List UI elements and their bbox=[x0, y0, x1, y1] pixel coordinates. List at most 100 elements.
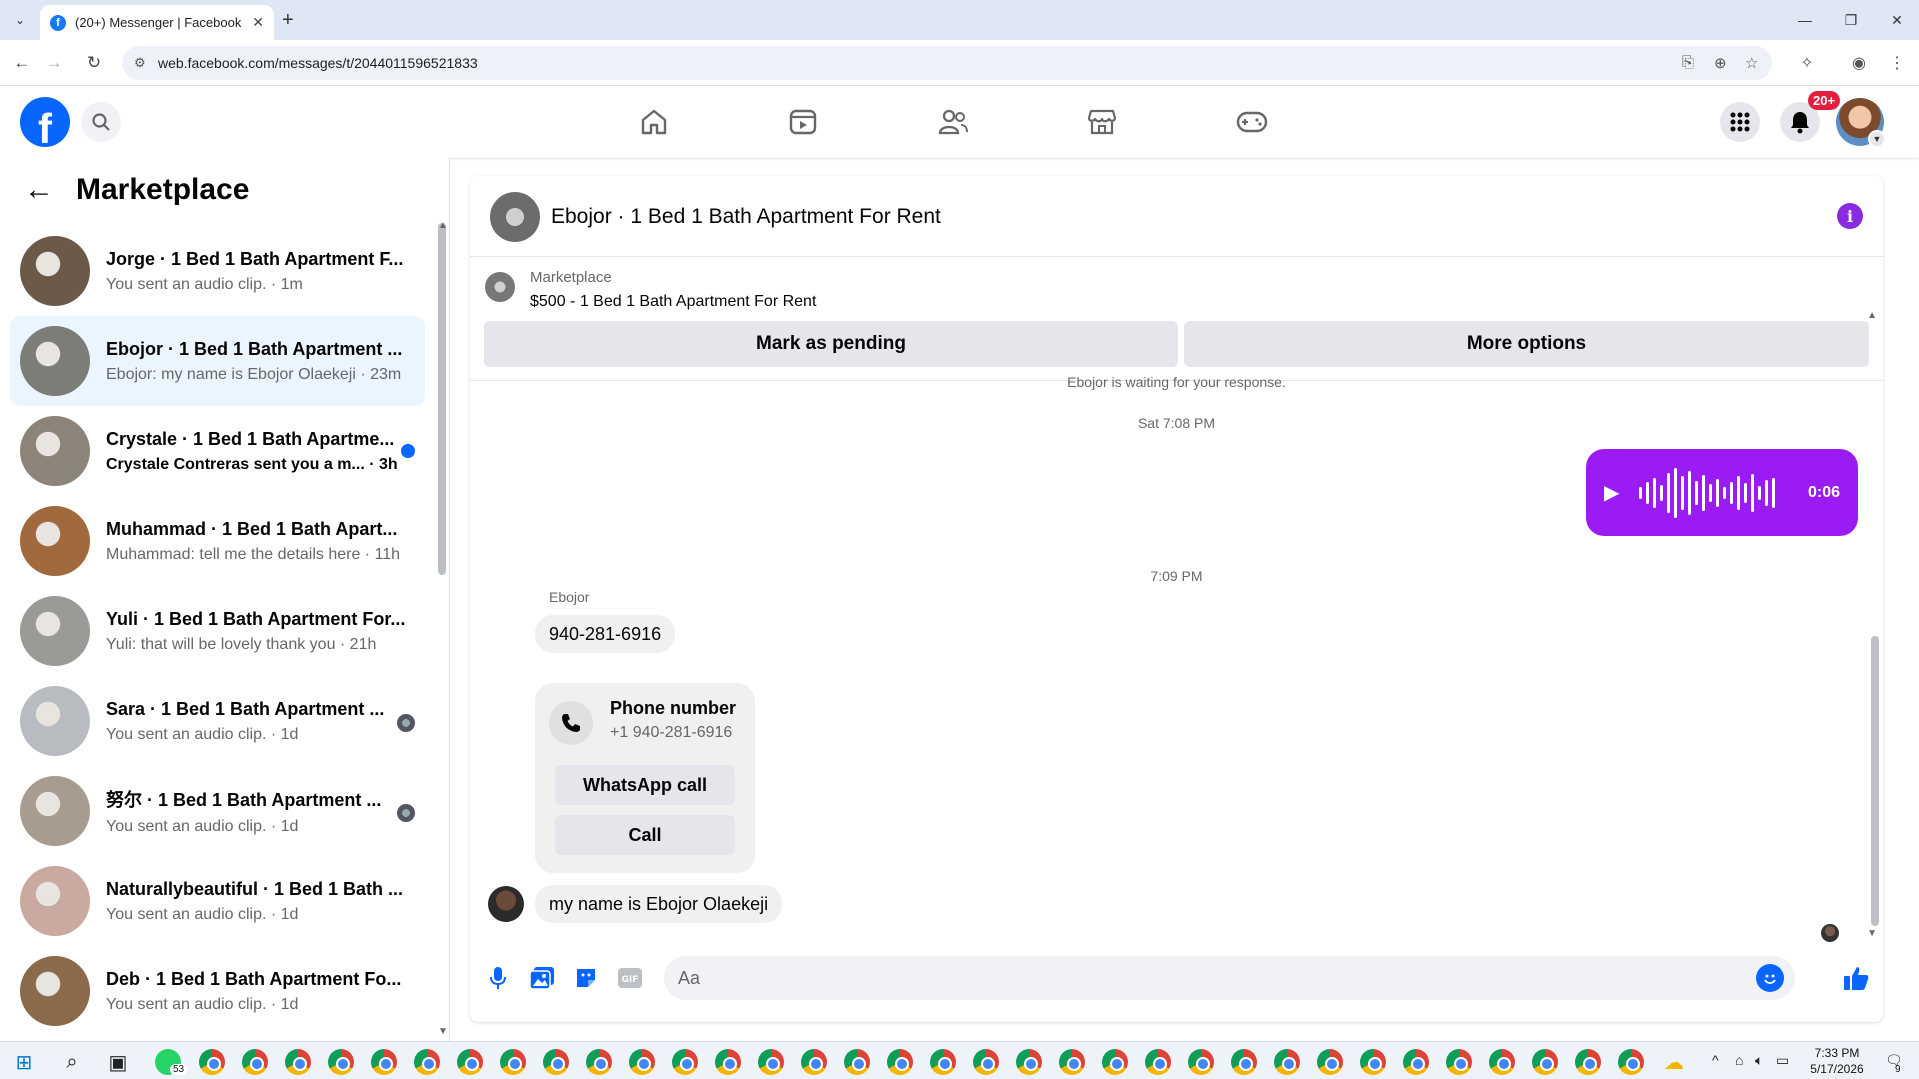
friends-tab[interactable] bbox=[897, 98, 1009, 146]
chrome-taskbar-icon[interactable] bbox=[1317, 1049, 1343, 1075]
chat-title[interactable]: Ebojor · 1 Bed 1 Bath Apartment For Rent bbox=[551, 205, 941, 229]
chrome-taskbar-icon[interactable] bbox=[1145, 1049, 1171, 1075]
gif-icon[interactable]: GIF bbox=[616, 964, 644, 992]
zoom-icon[interactable]: ⊕ bbox=[1714, 54, 1727, 72]
facebook-logo-icon[interactable]: f bbox=[20, 97, 70, 147]
chrome-taskbar-icon[interactable] bbox=[1489, 1049, 1515, 1075]
chrome-taskbar-icon[interactable] bbox=[758, 1049, 784, 1075]
bookmark-star-icon[interactable]: ☆ bbox=[1745, 54, 1758, 72]
scroll-up-icon[interactable]: ▲ bbox=[438, 220, 448, 231]
sticker-icon[interactable] bbox=[572, 964, 600, 992]
weather-icon[interactable]: ☁ bbox=[1660, 1048, 1688, 1076]
chrome-taskbar-icon[interactable] bbox=[930, 1049, 956, 1075]
new-tab-icon[interactable]: + bbox=[282, 9, 294, 32]
chat-avatar[interactable] bbox=[490, 192, 540, 242]
scroll-down-icon[interactable]: ▼ bbox=[438, 1026, 448, 1037]
network-icon[interactable]: ⌂ bbox=[1735, 1052, 1743, 1068]
search-button[interactable] bbox=[81, 102, 121, 142]
display-icon[interactable]: ▭ bbox=[1776, 1052, 1789, 1069]
call-button[interactable]: Call bbox=[555, 815, 735, 855]
chrome-taskbar-icon[interactable] bbox=[285, 1049, 311, 1075]
profile-icon[interactable]: ◉ bbox=[1847, 51, 1871, 75]
chrome-taskbar-icon[interactable] bbox=[1403, 1049, 1429, 1075]
task-view-icon[interactable]: ▣ bbox=[104, 1048, 132, 1076]
sender-avatar[interactable] bbox=[488, 886, 524, 922]
video-tab[interactable] bbox=[747, 98, 859, 146]
scroll-up-icon[interactable]: ▲ bbox=[1867, 310, 1877, 321]
marketplace-tab[interactable] bbox=[1046, 98, 1158, 146]
restore-icon[interactable]: ❐ bbox=[1836, 8, 1866, 32]
chrome-taskbar-icon[interactable] bbox=[672, 1049, 698, 1075]
message-bubble[interactable]: 940-281-6916 bbox=[535, 615, 676, 653]
volume-icon[interactable]: 🔈︎ bbox=[1755, 1052, 1763, 1069]
listing-thumbnail[interactable] bbox=[485, 272, 515, 302]
chrome-taskbar-icon[interactable] bbox=[973, 1049, 999, 1075]
chrome-taskbar-icon[interactable] bbox=[328, 1049, 354, 1075]
tab-search-dropdown-icon[interactable]: ⌄ bbox=[8, 8, 32, 32]
close-tab-icon[interactable]: ✕ bbox=[252, 14, 264, 31]
sidebar-scrollbar[interactable] bbox=[438, 223, 446, 575]
chrome-taskbar-icon[interactable] bbox=[199, 1049, 225, 1075]
conversation-item[interactable]: Muhammad · 1 Bed 1 Bath Apart... Muhamma… bbox=[10, 496, 425, 586]
browser-tab[interactable]: f (20+) Messenger | Facebook ✕ bbox=[40, 5, 274, 40]
conversation-item[interactable]: Sara · 1 Bed 1 Bath Apartment ... You se… bbox=[10, 676, 425, 766]
chrome-taskbar-icon[interactable] bbox=[844, 1049, 870, 1075]
install-app-icon[interactable]: ⎘ bbox=[1682, 54, 1694, 71]
menu-button[interactable] bbox=[1720, 102, 1760, 142]
emoji-icon[interactable] bbox=[1756, 964, 1784, 992]
chrome-taskbar-icon[interactable] bbox=[801, 1049, 827, 1075]
conversation-item[interactable]: Yuli · 1 Bed 1 Bath Apartment For... Yul… bbox=[10, 586, 425, 676]
more-options-button[interactable]: More options bbox=[1184, 321, 1869, 367]
minimize-icon[interactable]: — bbox=[1790, 8, 1820, 32]
chrome-taskbar-icon[interactable] bbox=[715, 1049, 741, 1075]
url-field[interactable]: ⚙ web.facebook.com/messages/t/2044011596… bbox=[122, 46, 1772, 80]
conversation-item[interactable]: 努尔 · 1 Bed 1 Bath Apartment ... You sent… bbox=[10, 766, 425, 856]
chrome-taskbar-icon[interactable] bbox=[371, 1049, 397, 1075]
mark-as-pending-button[interactable]: Mark as pending bbox=[484, 321, 1178, 367]
back-icon[interactable]: ← bbox=[10, 51, 34, 75]
info-icon[interactable]: i bbox=[1837, 203, 1863, 229]
tray-overflow-icon[interactable]: ^ bbox=[1712, 1052, 1719, 1068]
chrome-taskbar-icon[interactable] bbox=[1188, 1049, 1214, 1075]
audio-message[interactable]: ▶ 0:06 bbox=[1586, 449, 1858, 536]
chrome-taskbar-icon[interactable] bbox=[887, 1049, 913, 1075]
chrome-taskbar-icon[interactable] bbox=[1274, 1049, 1300, 1075]
chrome-taskbar-icon[interactable] bbox=[414, 1049, 440, 1075]
chrome-taskbar-icon[interactable] bbox=[1618, 1049, 1644, 1075]
chat-scrollbar[interactable] bbox=[1871, 636, 1879, 926]
chrome-menu-icon[interactable]: ⋮ bbox=[1885, 51, 1909, 75]
chrome-taskbar-icon[interactable] bbox=[500, 1049, 526, 1075]
chrome-taskbar-icon[interactable] bbox=[1059, 1049, 1085, 1075]
conversation-item[interactable]: Deb · 1 Bed 1 Bath Apartment Fo... You s… bbox=[10, 946, 425, 1036]
gaming-tab[interactable] bbox=[1196, 98, 1308, 146]
back-arrow-icon[interactable]: ← bbox=[24, 173, 54, 207]
like-thumbs-up-icon[interactable] bbox=[1840, 962, 1872, 994]
chrome-taskbar-icon[interactable] bbox=[457, 1049, 483, 1075]
chrome-taskbar-icon[interactable] bbox=[1360, 1049, 1386, 1075]
microphone-icon[interactable] bbox=[484, 964, 512, 992]
message-bubble[interactable]: my name is Ebojor Olaekeji bbox=[535, 885, 783, 923]
reload-icon[interactable]: ↻ bbox=[82, 51, 106, 75]
search-icon[interactable]: ⌕ bbox=[58, 1048, 86, 1076]
extensions-icon[interactable]: ✧ bbox=[1795, 51, 1819, 75]
close-window-icon[interactable]: ✕ bbox=[1882, 8, 1912, 32]
home-tab[interactable] bbox=[598, 98, 710, 146]
chrome-taskbar-icon[interactable] bbox=[1102, 1049, 1128, 1075]
chrome-taskbar-icon[interactable] bbox=[629, 1049, 655, 1075]
conversation-item[interactable]: Crystale · 1 Bed 1 Bath Apartme... Cryst… bbox=[10, 406, 425, 496]
chrome-taskbar-icon[interactable] bbox=[586, 1049, 612, 1075]
chrome-taskbar-icon[interactable] bbox=[1231, 1049, 1257, 1075]
chrome-taskbar-icon[interactable] bbox=[1446, 1049, 1472, 1075]
chrome-taskbar-icon[interactable] bbox=[242, 1049, 268, 1075]
listing-price[interactable]: $500 - 1 Bed 1 Bath Apartment For Rent bbox=[530, 293, 816, 311]
whatsapp-call-button[interactable]: WhatsApp call bbox=[555, 765, 735, 805]
forward-icon[interactable]: → bbox=[42, 51, 66, 75]
site-info-icon[interactable]: ⚙ bbox=[134, 55, 146, 71]
system-clock[interactable]: 7:33 PM 5/17/2026 bbox=[1792, 1045, 1882, 1077]
chrome-taskbar-icon[interactable] bbox=[1532, 1049, 1558, 1075]
windows-start-icon[interactable]: ⊞ bbox=[10, 1048, 38, 1076]
account-avatar[interactable]: ▼ bbox=[1836, 98, 1886, 148]
chrome-taskbar-icon[interactable] bbox=[543, 1049, 569, 1075]
play-icon[interactable]: ▶ bbox=[1604, 480, 1619, 505]
conversation-item[interactable]: Naturallybeautiful · 1 Bed 1 Bath ... Yo… bbox=[10, 856, 425, 946]
